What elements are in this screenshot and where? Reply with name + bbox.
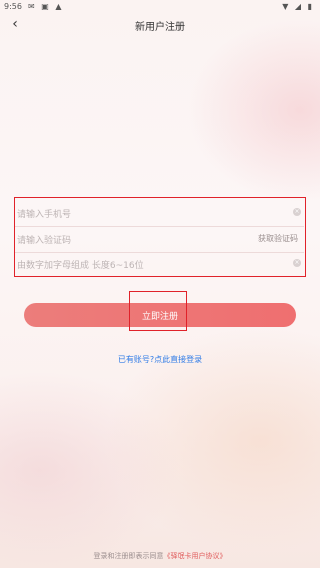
- login-link[interactable]: 已有账号?点此直接登录: [0, 354, 320, 365]
- password-placeholder: 由数字加字母组成 长度6~16位: [17, 261, 144, 271]
- clear-password-icon[interactable]: ×: [293, 259, 301, 267]
- registration-form: 请输入手机号 × 请输入验证码 获取验证码 由数字加字母组成 长度6~16位 ×: [14, 197, 306, 277]
- agreement-prefix: 登录和注册即表示同意: [93, 552, 164, 560]
- agreement-link[interactable]: 《驿氓卡用户协议》: [164, 552, 227, 560]
- status-bar: 9:56 ✉ ▣ ▲ ▼ ◢ ▮: [0, 0, 320, 14]
- code-field[interactable]: 请输入验证码 获取验证码: [15, 226, 304, 253]
- code-placeholder: 请输入验证码: [17, 236, 72, 246]
- register-button-label: 立即注册: [141, 312, 178, 322]
- page-title: 新用户注册: [135, 22, 185, 33]
- nav-bar: ‹ 新用户注册: [0, 14, 320, 36]
- clear-phone-icon[interactable]: ×: [293, 208, 301, 216]
- status-time: 9:56: [4, 2, 22, 11]
- phone-field[interactable]: 请输入手机号 ×: [15, 200, 304, 227]
- get-code-button[interactable]: 获取验证码: [258, 233, 298, 244]
- register-button[interactable]: 立即注册: [24, 291, 296, 331]
- password-field[interactable]: 由数字加字母组成 长度6~16位 ×: [15, 251, 304, 277]
- agreement-text: 登录和注册即表示同意《驿氓卡用户协议》: [0, 551, 320, 561]
- phone-placeholder: 请输入手机号: [17, 210, 72, 220]
- notification-icons: ✉ ▣ ▲: [28, 2, 64, 11]
- system-icons: ▼ ◢ ▮: [282, 2, 314, 11]
